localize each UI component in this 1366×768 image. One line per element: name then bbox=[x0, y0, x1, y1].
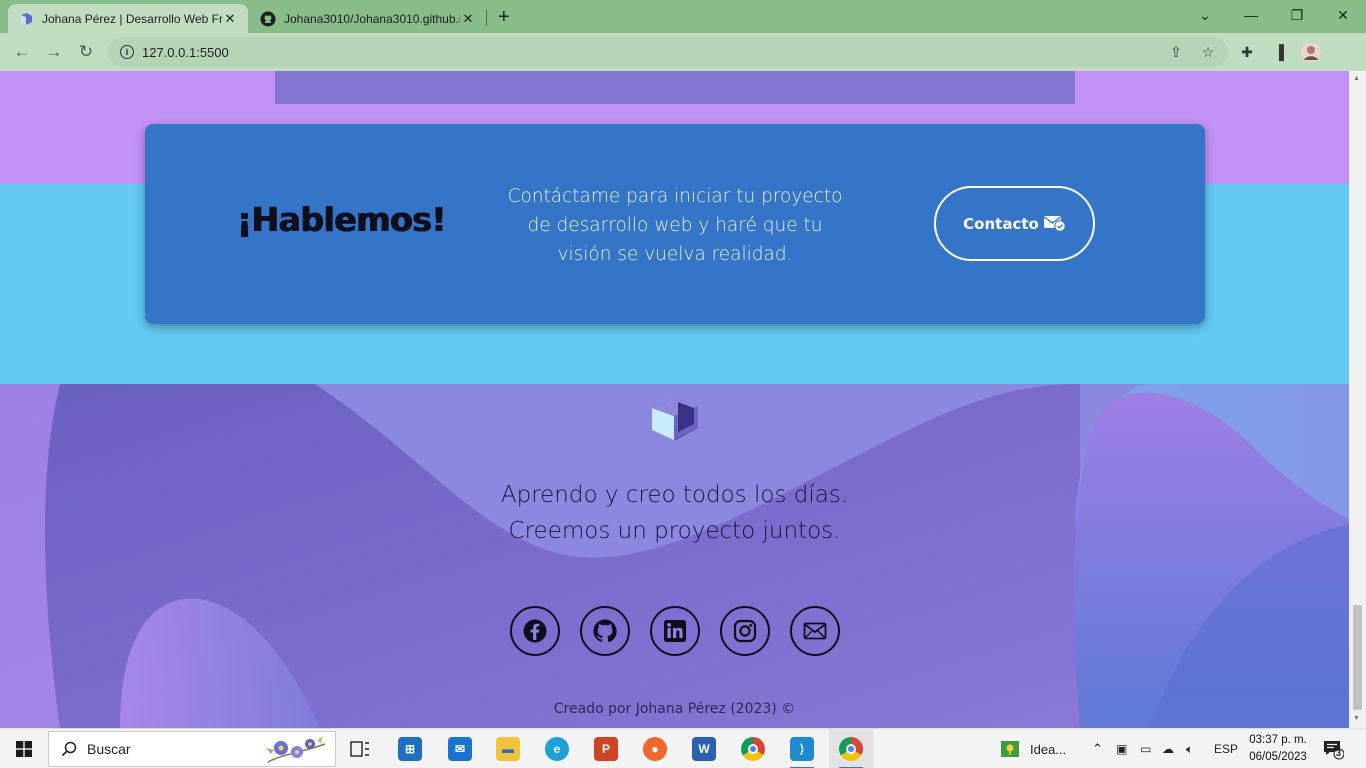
weather-widget[interactable]: Idea... bbox=[1000, 729, 1066, 768]
scrollbar-thumb[interactable] bbox=[1353, 605, 1362, 710]
facebook-icon bbox=[523, 619, 547, 643]
meet-now-icon[interactable]: ▣ bbox=[1116, 729, 1127, 768]
site-footer: Aprendo y creo todos los días. Creemos u… bbox=[0, 384, 1349, 728]
side-panel-icon[interactable]: ▐ bbox=[1269, 42, 1289, 62]
restore-icon[interactable]: ❐ bbox=[1274, 0, 1320, 30]
footer-logo bbox=[652, 398, 698, 440]
scroll-down-arrow-icon[interactable]: ▼ bbox=[1353, 715, 1360, 722]
facebook-link[interactable] bbox=[510, 606, 560, 656]
windows-start-icon[interactable] bbox=[16, 741, 32, 757]
page-scrollbar[interactable]: ▲ ▼ bbox=[1349, 71, 1366, 728]
powerpoint-icon[interactable]: P bbox=[584, 729, 628, 768]
taskbar-clock[interactable]: 03:37 p. m. 06/05/2023 bbox=[1246, 732, 1310, 766]
browser-tab-bar: Johana Pérez | Desarrollo Web Fr ✕ Johan… bbox=[0, 0, 1366, 33]
contact-button[interactable]: Contacto bbox=[934, 186, 1095, 261]
contact-card: ¡Hablemos! Contáctame para iniciar tu pr… bbox=[145, 124, 1205, 324]
footer-tagline: Aprendo y creo todos los días. Creemos u… bbox=[0, 477, 1349, 549]
language-indicator[interactable]: ESP bbox=[1214, 729, 1238, 768]
instagram-link[interactable] bbox=[720, 606, 770, 656]
clock-time: 03:37 p. m. bbox=[1249, 734, 1307, 746]
chrome-active-icon[interactable] bbox=[829, 729, 873, 768]
github-link[interactable] bbox=[580, 606, 630, 656]
microsoft-store-icon[interactable]: ⊞ bbox=[388, 729, 432, 768]
minimize-icon[interactable]: — bbox=[1228, 0, 1274, 30]
footer-credit: Creado por Johana Pérez (2023) © bbox=[553, 701, 796, 717]
address-bar[interactable]: i 127.0.0.1:5500 bbox=[108, 37, 1228, 67]
site-info-icon[interactable]: i bbox=[120, 45, 134, 59]
vscode-icon[interactable]: ⟩ bbox=[780, 729, 824, 768]
extensions-puzzle-icon[interactable]: ✚ bbox=[1237, 42, 1257, 62]
close-tab-icon[interactable]: ✕ bbox=[460, 11, 476, 27]
tab-title: Johana3010/Johana3010.github.i bbox=[284, 11, 460, 26]
volume-icon[interactable]: 🔈︎ bbox=[1186, 729, 1193, 768]
tagline-line-1: Aprendo y creo todos los días. bbox=[500, 482, 849, 508]
clock-date: 06/05/2023 bbox=[1249, 751, 1307, 763]
edge-browser-icon[interactable]: e bbox=[535, 729, 579, 768]
mail-icon bbox=[803, 622, 827, 640]
word-icon[interactable]: W bbox=[682, 729, 726, 768]
site-favicon-icon bbox=[21, 12, 32, 25]
cta-heading: ¡Hablemos! bbox=[237, 200, 447, 239]
projects-panel bbox=[275, 71, 1075, 104]
search-highlight-flowers-icon bbox=[266, 736, 326, 763]
firefox-icon[interactable]: ● bbox=[633, 729, 677, 768]
chrome-icon[interactable] bbox=[731, 729, 775, 768]
profile-avatar[interactable] bbox=[1301, 42, 1321, 62]
scroll-up-arrow-icon[interactable]: ▲ bbox=[1353, 75, 1360, 82]
reload-icon[interactable]: ↻ bbox=[74, 40, 98, 64]
taskbar-search-box[interactable]: Buscar bbox=[48, 731, 336, 767]
new-tab-button[interactable]: + bbox=[498, 6, 510, 29]
search-icon bbox=[61, 741, 77, 757]
mail-check-icon bbox=[1043, 216, 1066, 232]
email-link[interactable] bbox=[790, 606, 840, 656]
linkedin-icon bbox=[664, 620, 686, 642]
tab-portfolio[interactable]: Johana Pérez | Desarrollo Web Fr ✕ bbox=[8, 4, 248, 33]
close-window-icon[interactable]: ✕ bbox=[1320, 0, 1366, 30]
close-tab-icon[interactable]: ✕ bbox=[222, 11, 238, 27]
show-hidden-icons-chevron-icon[interactable]: ⌃ bbox=[1092, 729, 1103, 768]
social-links bbox=[510, 606, 840, 656]
github-favicon-icon bbox=[260, 11, 276, 26]
tab-github[interactable]: Johana3010/Johana3010.github.i ✕ bbox=[250, 4, 486, 33]
onedrive-cloud-icon[interactable]: ☁ bbox=[1162, 729, 1174, 768]
instagram-icon bbox=[733, 619, 757, 643]
map-news-icon bbox=[1001, 741, 1019, 757]
task-view-icon[interactable] bbox=[338, 729, 382, 768]
page-viewport: ¡Hablemos! Contáctame para iniciar tu pr… bbox=[0, 71, 1349, 728]
mail-app-icon[interactable]: ✉ bbox=[438, 729, 482, 768]
browser-toolbar: ← → ↻ i 127.0.0.1:5500 ⇪ ☆ ✚ ▐ bbox=[0, 33, 1366, 71]
cta-description: Contáctame para iniciar tu proyecto de d… bbox=[507, 186, 843, 265]
tab-title: Johana Pérez | Desarrollo Web Fr bbox=[42, 11, 222, 26]
notification-center-icon[interactable]: 3 bbox=[1322, 729, 1344, 768]
bookmark-star-icon[interactable]: ☆ bbox=[1198, 42, 1218, 62]
back-arrow-icon[interactable]: ← bbox=[10, 40, 34, 64]
share-icon[interactable]: ⇪ bbox=[1166, 42, 1186, 62]
notification-count: 3 bbox=[1336, 748, 1342, 758]
search-placeholder: Buscar bbox=[87, 741, 131, 757]
file-explorer-icon[interactable]: ▬ bbox=[486, 729, 530, 768]
tab-search-chevron-icon[interactable]: ⌄ bbox=[1182, 0, 1228, 30]
forward-arrow-icon[interactable]: → bbox=[42, 40, 66, 64]
battery-icon[interactable]: ▭ bbox=[1140, 729, 1151, 768]
github-icon bbox=[593, 619, 617, 643]
windows-taskbar: Buscar ⊞ ✉ ▬ e P ● W ⟩ Idea... ⌃ ▣ ▭ ☁ 🔈… bbox=[0, 728, 1366, 768]
contact-button-label: Contacto bbox=[963, 214, 1039, 233]
tagline-line-2: Creemos un proyecto juntos. bbox=[508, 518, 841, 544]
weather-label: Idea... bbox=[1030, 741, 1067, 757]
address-text: 127.0.0.1:5500 bbox=[142, 44, 229, 60]
tab-divider bbox=[486, 10, 487, 26]
linkedin-link[interactable] bbox=[650, 606, 700, 656]
